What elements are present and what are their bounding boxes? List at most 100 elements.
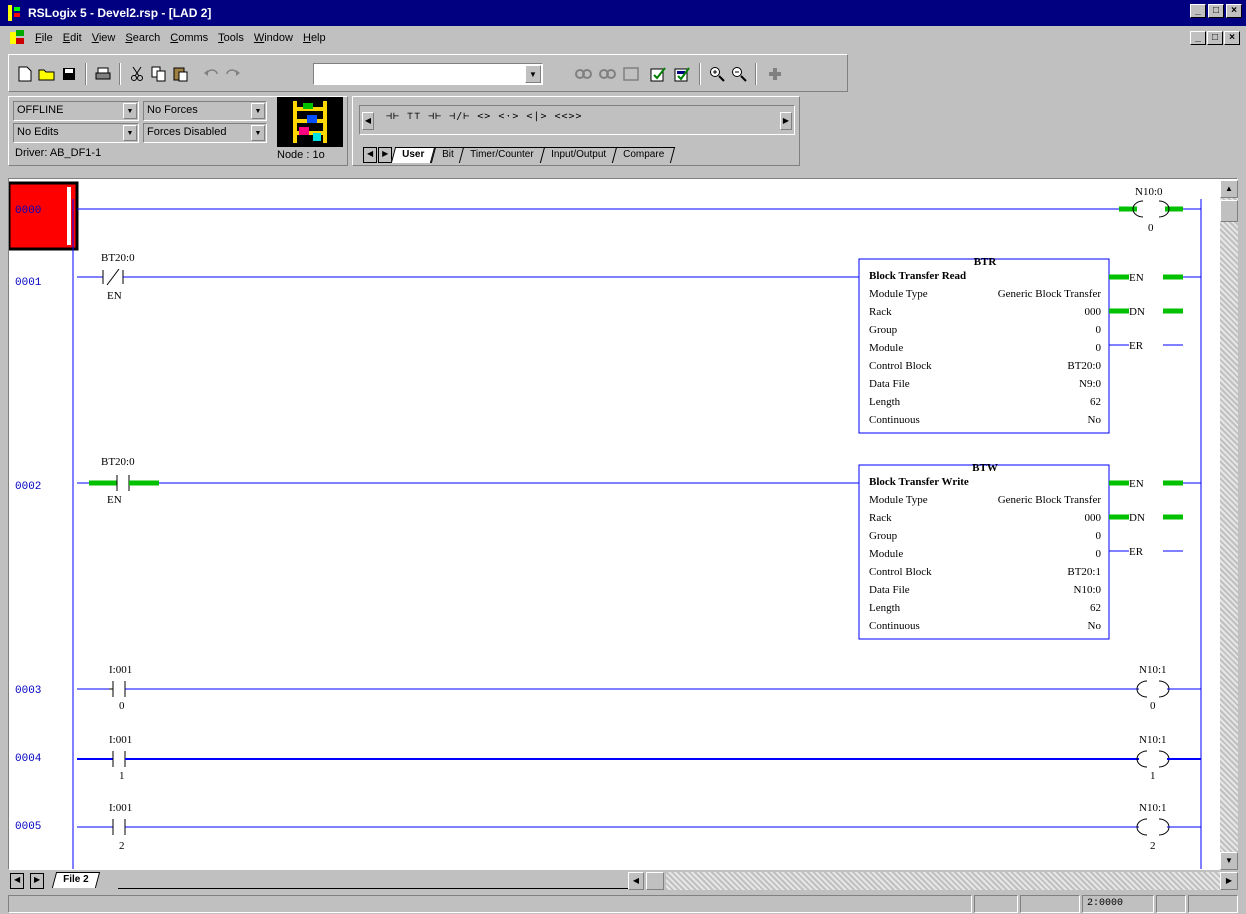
ladder-diagram: 0000 0001 0002 0003 0004 0005 N10:0 0 BT…	[9, 181, 1202, 869]
chevron-down-icon[interactable]: ▼	[251, 125, 265, 141]
hscroll-thumb[interactable]	[646, 872, 664, 890]
svg-text:Control Block: Control Block	[869, 566, 932, 578]
menu-window[interactable]: Window	[251, 32, 300, 44]
scroll-up-icon[interactable]: ▲	[1220, 180, 1238, 198]
scroll-left-icon[interactable]: ◀	[628, 872, 644, 890]
mode-dropdown[interactable]: OFFLINE ▼	[13, 101, 139, 121]
replace-icon[interactable]	[621, 64, 641, 84]
menu-bar: File Edit View Search Comms Tools Window…	[0, 27, 1246, 49]
tab-scroll-left-icon[interactable]: ◀	[363, 147, 378, 163]
save-icon[interactable]	[59, 64, 79, 84]
rung-0003[interactable]: I:001 0 N10:1 0	[77, 664, 1201, 712]
forces-state-dropdown[interactable]: Forces Disabled ▼	[143, 123, 267, 143]
svg-text:No: No	[1088, 620, 1102, 632]
btr-er: ER	[1129, 340, 1144, 352]
zoom-out-icon[interactable]	[729, 64, 749, 84]
child-minimize-button[interactable]: _	[1190, 31, 1206, 45]
rung-0005[interactable]: I:001 2 N10:1 2	[77, 802, 1201, 852]
child-restore-button[interactable]: □	[1207, 31, 1223, 45]
vertical-scrollbar[interactable]: ▲ ▼	[1220, 180, 1238, 870]
contact-address: I:001	[109, 802, 132, 814]
search-combo[interactable]: ▼	[313, 63, 543, 85]
file-tab-strip: ◀ ▶ File 2 ◀ ▶	[8, 872, 1238, 890]
svg-text:N10:0: N10:0	[1074, 584, 1102, 596]
menu-tools[interactable]: Tools	[215, 32, 251, 44]
svg-text:62: 62	[1090, 602, 1101, 614]
undo-icon[interactable]	[201, 64, 221, 84]
print-icon[interactable]	[93, 64, 113, 84]
forces-value: No Forces	[147, 104, 198, 116]
ladder-logo-icon	[277, 97, 343, 147]
svg-text:Rack: Rack	[869, 512, 892, 524]
scroll-down-icon[interactable]: ▼	[1220, 852, 1238, 870]
edits-dropdown[interactable]: No Edits ▼	[13, 123, 139, 143]
rung-number[interactable]: 0002	[15, 481, 41, 493]
rung-0000[interactable]: N10:0 0	[77, 186, 1201, 234]
menu-comms[interactable]: Comms	[167, 32, 215, 44]
menu-search[interactable]: Search	[122, 32, 167, 44]
zoom-in-icon[interactable]	[707, 64, 727, 84]
svg-text:Generic Block Transfer: Generic Block Transfer	[998, 494, 1102, 506]
tab-user[interactable]: User	[391, 147, 436, 163]
cut-icon[interactable]	[127, 64, 147, 84]
tab-compare[interactable]: Compare	[611, 147, 676, 163]
menu-edit[interactable]: Edit	[60, 32, 89, 44]
chevron-down-icon[interactable]: ▼	[123, 125, 137, 141]
rung-0004[interactable]: I:001 1 N10:1 1	[77, 734, 1201, 782]
menu-view[interactable]: View	[89, 32, 123, 44]
tab-scroll-left-icon[interactable]: ◀	[10, 873, 25, 889]
maximize-button[interactable]: □	[1208, 4, 1224, 18]
rung-0002[interactable]: BT20:0 EN BTW Block Transfer Write Modul…	[77, 456, 1201, 640]
minimize-button[interactable]: _	[1190, 4, 1206, 18]
rung-number[interactable]: 0004	[15, 753, 42, 765]
chevron-down-icon[interactable]: ▼	[123, 103, 137, 119]
tab-timer-counter[interactable]: Timer/Counter	[459, 147, 545, 163]
copy-icon[interactable]	[149, 64, 169, 84]
verify-file-icon[interactable]	[673, 64, 693, 84]
rung-number[interactable]: 0001	[15, 277, 42, 289]
chevron-down-icon[interactable]: ▼	[525, 65, 541, 83]
instruction-glyphs[interactable]: ⊣⊢ ⊤⊤ ⊣⊢ ⊣/⊢ <> <·> <|> <<>>	[386, 111, 583, 122]
horizontal-scrollbar[interactable]	[666, 872, 1220, 890]
redo-icon[interactable]	[223, 64, 243, 84]
palette-tabs: ◀ ▶ User Bit Timer/Counter Input/Output …	[363, 145, 676, 163]
find-next-icon[interactable]	[597, 64, 617, 84]
btw-er: ER	[1129, 546, 1144, 558]
verify-icon[interactable]	[649, 64, 669, 84]
close-button[interactable]: ×	[1226, 4, 1242, 18]
paste-icon[interactable]	[171, 64, 191, 84]
chevron-left-icon[interactable]: ◀	[362, 112, 374, 130]
find-icon[interactable]	[573, 64, 593, 84]
status-message	[8, 895, 972, 913]
forces-state-value: Forces Disabled	[147, 126, 227, 138]
rung-number[interactable]: 0003	[15, 685, 41, 697]
rung-0001[interactable]: BT20:0 EN BTR Block Transfer Read Module…	[77, 252, 1201, 434]
coil-address: N10:1	[1139, 734, 1167, 746]
chevron-right-icon[interactable]: ▶	[780, 112, 792, 130]
svg-text:Module: Module	[869, 342, 903, 354]
menu-help[interactable]: Help	[300, 32, 333, 44]
chevron-down-icon[interactable]: ▼	[251, 103, 265, 119]
document-icon[interactable]	[10, 30, 26, 46]
svg-text:0: 0	[1096, 530, 1102, 542]
ladder-editor[interactable]: 0000 0001 0002 0003 0004 0005 N10:0 0 BT…	[8, 178, 1238, 870]
tab-scroll-right-icon[interactable]: ▶	[30, 873, 45, 889]
svg-text:0: 0	[1096, 324, 1102, 336]
tab-file-2[interactable]: File 2	[51, 872, 100, 888]
tab-scroll-right-icon[interactable]: ▶	[378, 147, 393, 163]
forces-dropdown[interactable]: No Forces ▼	[143, 101, 267, 121]
rung-number[interactable]: 0000	[15, 205, 41, 217]
add-icon[interactable]	[765, 64, 785, 84]
scroll-right-icon[interactable]: ▶	[1220, 872, 1238, 890]
scroll-thumb[interactable]	[1220, 200, 1238, 222]
new-icon[interactable]	[15, 64, 35, 84]
child-close-button[interactable]: ×	[1224, 31, 1240, 45]
tab-input-output[interactable]: Input/Output	[539, 147, 617, 163]
svg-text:Continuous: Continuous	[869, 414, 920, 426]
instruction-toolbar: ◀ ⊣⊢ ⊤⊤ ⊣⊢ ⊣/⊢ <> <·> <|> <<>> ▶	[359, 105, 795, 135]
menu-file[interactable]: File	[32, 32, 60, 44]
rung-number[interactable]: 0005	[15, 821, 41, 833]
svg-text:0: 0	[1096, 342, 1102, 354]
open-icon[interactable]	[37, 64, 57, 84]
status-cell	[1156, 895, 1186, 913]
